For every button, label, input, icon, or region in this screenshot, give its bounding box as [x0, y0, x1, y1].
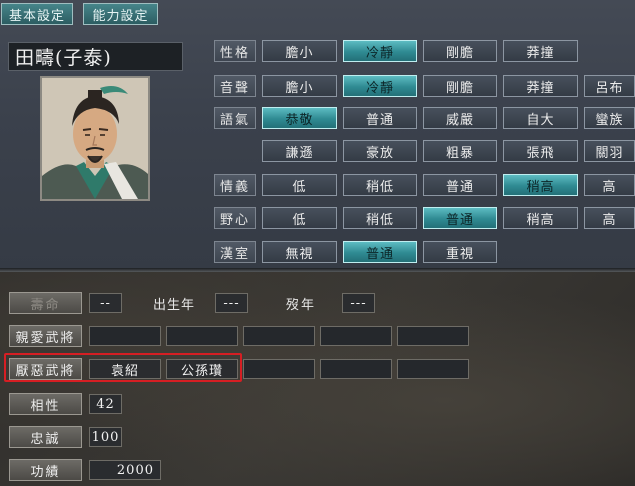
- compatibility-button[interactable]: 相性: [9, 393, 82, 415]
- disliked-general-slot-4[interactable]: [320, 359, 392, 379]
- ambition-option-5[interactable]: 高: [584, 207, 635, 229]
- tone-option-7[interactable]: 豪放: [343, 140, 417, 162]
- personality-option-2[interactable]: 冷靜: [343, 40, 417, 62]
- righteousness-option-1[interactable]: 低: [262, 174, 337, 196]
- han-court-option-2[interactable]: 普通: [343, 241, 417, 263]
- righteousness-option-2[interactable]: 稍低: [343, 174, 417, 196]
- tone-option-1[interactable]: 恭敬: [262, 107, 337, 129]
- voice-option-5[interactable]: 呂布: [584, 75, 635, 97]
- voice-option-1[interactable]: 膽小: [262, 75, 337, 97]
- voice-option-4[interactable]: 莽撞: [503, 75, 578, 97]
- personality-option-1[interactable]: 膽小: [262, 40, 337, 62]
- tab-basic-settings[interactable]: 基本設定: [1, 3, 73, 25]
- ambition-option-2[interactable]: 稍低: [343, 207, 417, 229]
- personality-option-4[interactable]: 莽撞: [503, 40, 578, 62]
- tone-option-3[interactable]: 威嚴: [423, 107, 497, 129]
- loyalty-value[interactable]: 100: [89, 427, 122, 447]
- tone-option-4[interactable]: 自大: [503, 107, 578, 129]
- voice-option-3[interactable]: 剛膽: [423, 75, 497, 97]
- tone-option-6[interactable]: 謙遜: [262, 140, 337, 162]
- trait-label-voice: 音聲: [214, 75, 256, 97]
- favored-general-slot-3[interactable]: [243, 326, 315, 346]
- trait-label-personality: 性格: [214, 40, 256, 62]
- lifespan-button[interactable]: 壽命: [9, 292, 82, 314]
- disliked-generals-highlight: [4, 353, 242, 382]
- tone-option-10[interactable]: 關羽: [584, 140, 635, 162]
- death-year-label: 歿年: [285, 297, 316, 313]
- disliked-general-slot-5[interactable]: [397, 359, 469, 379]
- tone-option-5[interactable]: 蠻族: [584, 107, 635, 129]
- portrait-image: [42, 78, 148, 199]
- trait-label-righteousness: 情義: [214, 174, 256, 196]
- ambition-option-3[interactable]: 普通: [423, 207, 497, 229]
- righteousness-option-4[interactable]: 稍高: [503, 174, 578, 196]
- compatibility-value[interactable]: 42: [89, 394, 122, 414]
- han-court-option-1[interactable]: 無視: [262, 241, 337, 263]
- tab-ability-settings[interactable]: 能力設定: [83, 3, 158, 25]
- death-year-value[interactable]: ---: [342, 293, 375, 313]
- trait-label-han-court: 漢室: [214, 241, 256, 263]
- personality-option-3[interactable]: 剛膽: [423, 40, 497, 62]
- favored-general-slot-5[interactable]: [397, 326, 469, 346]
- voice-option-2[interactable]: 冷靜: [343, 75, 417, 97]
- trait-label-ambition: 野心: [214, 207, 256, 229]
- ambition-option-4[interactable]: 稍高: [503, 207, 578, 229]
- ambition-option-1[interactable]: 低: [262, 207, 337, 229]
- trait-label-tone: 語氣: [214, 107, 256, 129]
- favored-general-slot-4[interactable]: [320, 326, 392, 346]
- righteousness-option-3[interactable]: 普通: [423, 174, 497, 196]
- righteousness-option-5[interactable]: 高: [584, 174, 635, 196]
- merit-value[interactable]: 2000: [89, 460, 161, 480]
- character-portrait: [40, 76, 150, 201]
- birth-year-value[interactable]: ---: [215, 293, 248, 313]
- character-name: 田疇(子泰): [8, 42, 183, 71]
- merit-button[interactable]: 功績: [9, 459, 82, 481]
- han-court-option-3[interactable]: 重視: [423, 241, 497, 263]
- birth-year-label: 出生年: [152, 297, 195, 313]
- lifespan-value[interactable]: --: [89, 293, 122, 313]
- favored-general-slot-2[interactable]: [166, 326, 238, 346]
- loyalty-button[interactable]: 忠誠: [9, 426, 82, 448]
- disliked-general-slot-3[interactable]: [243, 359, 315, 379]
- tone-option-8[interactable]: 粗暴: [423, 140, 497, 162]
- favored-generals-button[interactable]: 親愛武將: [9, 325, 82, 347]
- tone-option-2[interactable]: 普通: [343, 107, 417, 129]
- favored-general-slot-1[interactable]: [89, 326, 161, 346]
- tone-option-9[interactable]: 張飛: [503, 140, 578, 162]
